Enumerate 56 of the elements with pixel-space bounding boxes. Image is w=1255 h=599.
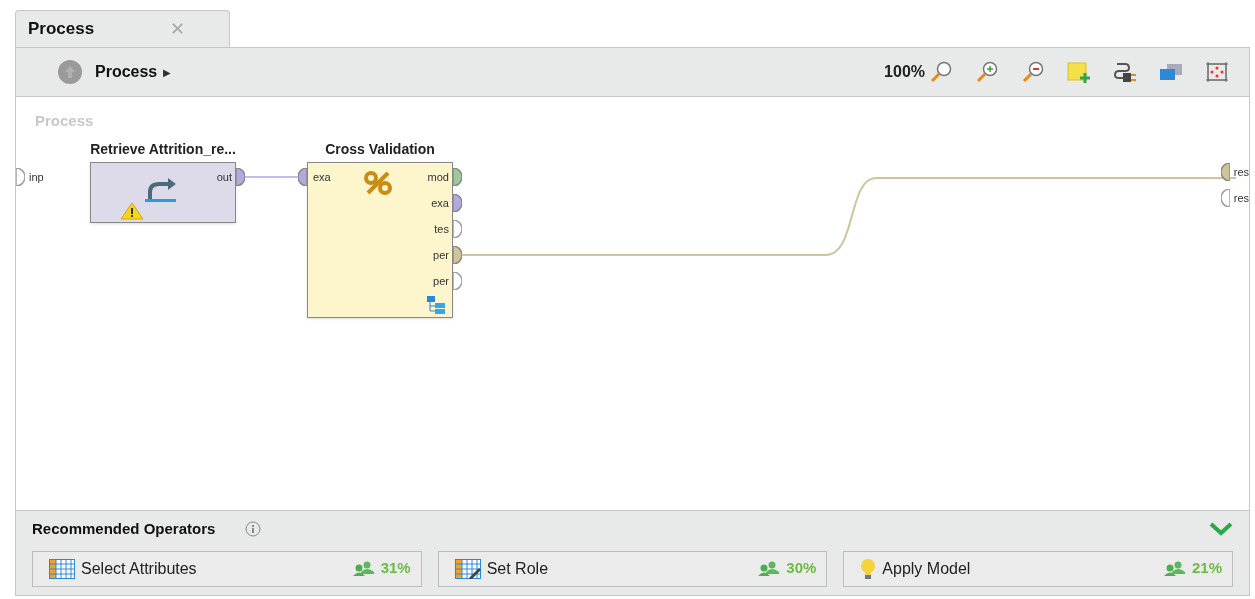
- port-label: per: [433, 247, 449, 263]
- auto-fit-icon[interactable]: [1205, 61, 1229, 83]
- usage-share: 31%: [380, 558, 411, 579]
- port-icon[interactable]: [453, 168, 462, 186]
- operator-title: Retrieve Attrition_re...: [90, 140, 236, 159]
- users-icon: [758, 560, 781, 577]
- port-label: exa: [313, 169, 331, 185]
- port-icon[interactable]: [298, 168, 307, 186]
- port-label: tes: [434, 221, 449, 237]
- zoom-out-icon[interactable]: [1021, 61, 1045, 83]
- breadcrumb-item[interactable]: Process: [95, 60, 158, 84]
- port-icon[interactable]: [1220, 189, 1230, 207]
- lightbulb-icon: [860, 557, 877, 580]
- usage-share: 21%: [1191, 558, 1222, 579]
- users-icon: [352, 560, 375, 577]
- percent-icon: [363, 170, 393, 196]
- port-label: inp: [29, 169, 44, 185]
- operator-suggestion[interactable]: Apply Model 21%: [843, 550, 1233, 587]
- breadcrumb-arrow[interactable]: ▶: [163, 64, 172, 80]
- operator-title: Cross Validation: [325, 140, 435, 159]
- up-level-icon[interactable]: [58, 60, 82, 84]
- operator-node[interactable]: [90, 162, 236, 223]
- port-label: out: [216, 169, 232, 185]
- operator-node[interactable]: [307, 162, 453, 318]
- zoom-fit-icon[interactable]: [929, 61, 953, 83]
- warning-icon: [120, 202, 144, 220]
- port-icon[interactable]: [453, 272, 462, 290]
- panel-title: Recommended Operators: [32, 519, 216, 539]
- port-icon[interactable]: [453, 220, 462, 238]
- port-icon[interactable]: [453, 194, 462, 212]
- operator-suggestion[interactable]: Set Role 30%: [437, 550, 828, 587]
- usage-share: 30%: [786, 558, 817, 579]
- table-edit-icon: [454, 558, 481, 579]
- info-icon[interactable]: [245, 521, 262, 538]
- subprocess-icon[interactable]: [427, 296, 445, 314]
- port-icon[interactable]: [453, 246, 462, 264]
- port-label: per: [433, 273, 449, 289]
- users-icon: [1163, 560, 1186, 577]
- curved-arrow-icon: [144, 176, 178, 204]
- port-icon[interactable]: [1220, 163, 1230, 181]
- plug-icon[interactable]: [1113, 61, 1137, 83]
- port-label: mod: [427, 169, 449, 185]
- zoom-in-icon[interactable]: [975, 61, 999, 83]
- port-label: res: [1233, 164, 1249, 180]
- port-label: res: [1233, 190, 1249, 206]
- operator-suggestion[interactable]: Select Attributes 31%: [32, 550, 422, 587]
- windows-icon[interactable]: [1159, 61, 1183, 83]
- port-label: exa: [431, 195, 449, 211]
- process-tab[interactable]: Process ✕: [15, 10, 230, 47]
- port-icon[interactable]: [16, 168, 25, 186]
- add-note-icon[interactable]: [1067, 61, 1091, 83]
- connector-line: [244, 176, 301, 178]
- table-icon: [49, 558, 75, 579]
- port-icon[interactable]: [236, 168, 245, 186]
- zoom-level: 100%: [884, 62, 925, 82]
- chevron-icon[interactable]: [1209, 522, 1233, 537]
